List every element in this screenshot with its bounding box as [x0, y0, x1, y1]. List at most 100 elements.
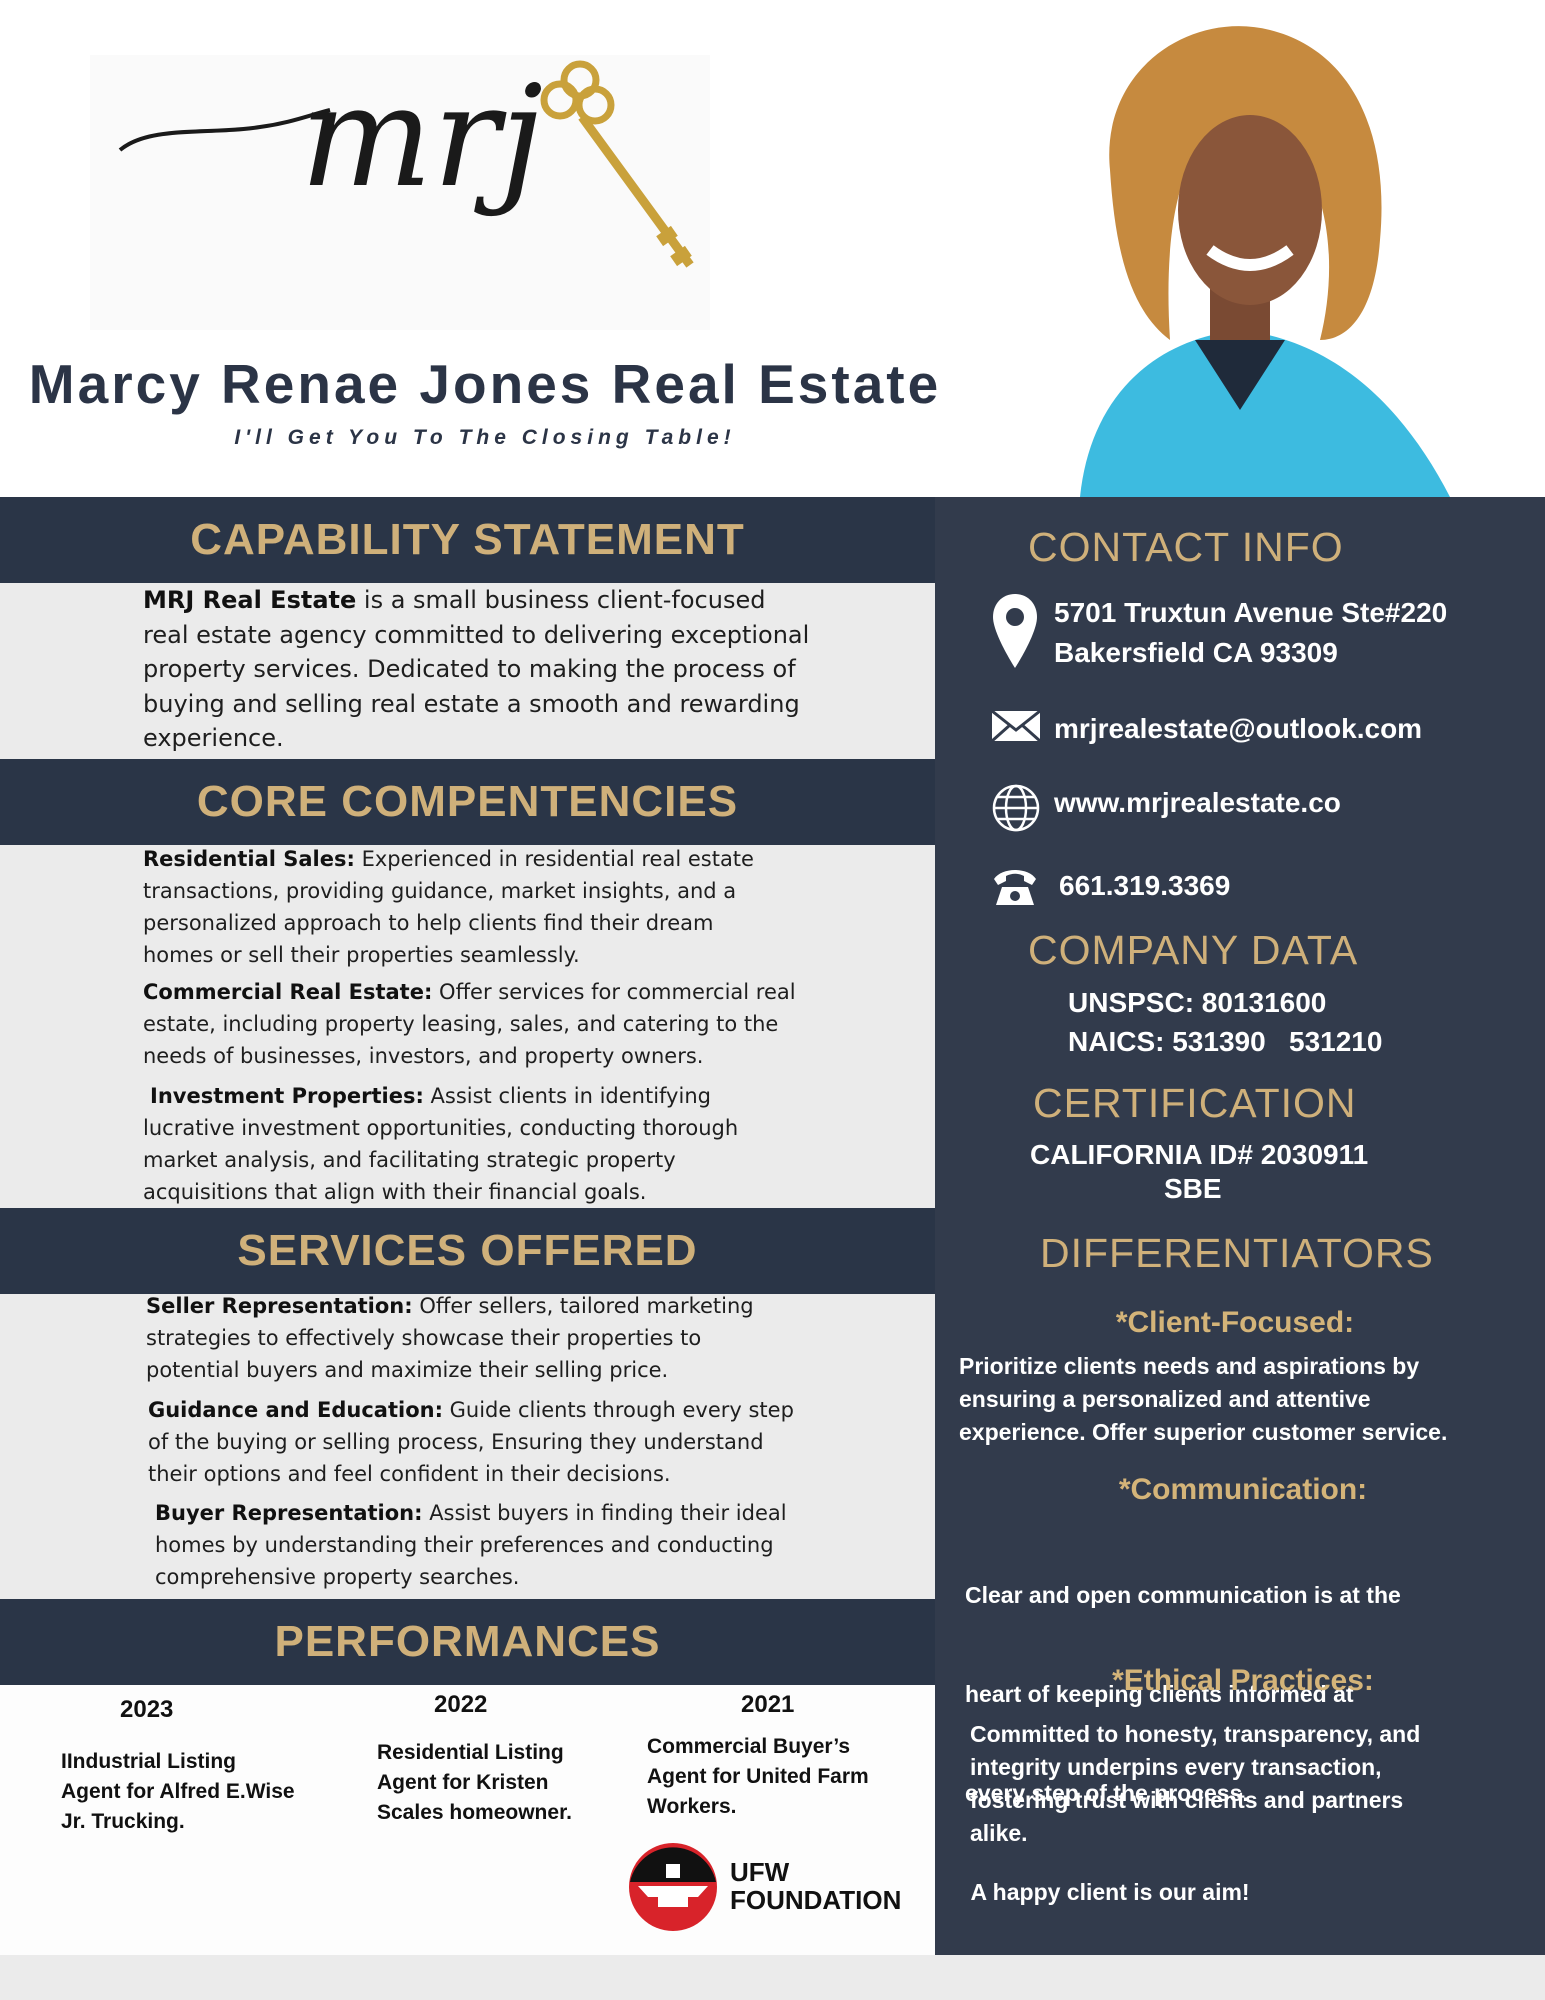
- performance-year: 2021: [741, 1691, 795, 1718]
- telephone-icon: [992, 867, 1038, 911]
- envelope-icon: [991, 709, 1041, 746]
- differentiator-line: ensuring a personalized and attentive: [959, 1386, 1371, 1412]
- performance-line: IIndustrial Listing: [61, 1750, 237, 1773]
- website-link[interactable]: www.mrjrealestate.co: [1054, 783, 1341, 823]
- service-item-buyer: Buyer Representation: Assist buyers in f…: [155, 1497, 787, 1593]
- ufw-logo-line: FOUNDATION: [730, 1885, 902, 1915]
- core-item-residential: Residential Sales: Experienced in reside…: [143, 843, 754, 971]
- business-name: Marcy Renae Jones Real Estate: [28, 353, 942, 415]
- naics-codes: NAICS: 531390 531210: [1068, 1026, 1383, 1057]
- mrj-logo: mrj: [90, 55, 710, 330]
- logo-graphic: mrj: [118, 56, 694, 268]
- capability-line: property services. Dedicated to making t…: [143, 655, 796, 683]
- service-item-line: potential buyers and maximize their sell…: [146, 1358, 669, 1382]
- performance-line: Agent for Alfred E.Wise: [61, 1780, 295, 1803]
- email-link[interactable]: mrjrealestate@outlook.com: [1054, 709, 1422, 749]
- capability-line: experience.: [143, 724, 284, 752]
- core-title: CORE COMPENTENCIES: [196, 777, 739, 826]
- service-item-line: homes by understanding their preferences…: [155, 1533, 774, 1557]
- differentiators-title: DIFFERENTIATORS: [1040, 1230, 1434, 1276]
- service-item-line: Offer sellers, tailored marketing: [412, 1294, 754, 1318]
- differentiator-line: Prioritize clients needs and aspirations…: [959, 1353, 1420, 1379]
- differentiator-line: alike.: [970, 1820, 1028, 1846]
- address-line: Bakersfield CA 93309: [1054, 637, 1338, 668]
- service-item-guidance: Guidance and Education: Guide clients th…: [148, 1394, 794, 1490]
- core-item-line: needs of businesses, investors, and prop…: [143, 1044, 704, 1068]
- service-item-seller: Seller Representation: Offer sellers, ta…: [146, 1290, 754, 1386]
- capability-title: CAPABILITY STATEMENT: [190, 515, 745, 564]
- capability-line: is a small business client-focused: [356, 586, 766, 614]
- performance-line: Jr. Trucking.: [61, 1810, 185, 1833]
- certification-title: CERTIFICATION: [1033, 1080, 1357, 1126]
- performance-description: IIndustrial Listing Agent for Alfred E.W…: [61, 1747, 295, 1837]
- core-item-line: homes or sell their properties seamlessl…: [143, 943, 580, 967]
- performances-title: PERFORMANCES: [274, 1617, 661, 1666]
- differentiator-line: Committed to honesty, transparency, and: [970, 1721, 1421, 1747]
- performance-description: Residential Listing Agent for Kristen Sc…: [377, 1738, 572, 1828]
- service-item-label: Buyer Representation:: [155, 1501, 423, 1525]
- gold-key-icon: [540, 60, 694, 268]
- service-item-label: Seller Representation:: [146, 1294, 413, 1318]
- logo-text: mrj: [300, 56, 543, 219]
- service-item-line: Assist buyers in finding their ideal: [422, 1501, 787, 1525]
- performance-line: Scales homeowner.: [377, 1801, 572, 1824]
- communication-title: *Communication:: [1118, 1473, 1368, 1506]
- differentiator-line: experience. Offer superior customer serv…: [959, 1419, 1448, 1445]
- agent-portrait-photo: [1020, 10, 1460, 497]
- performance-description: Commercial Buyer’s Agent for United Farm…: [647, 1732, 869, 1822]
- capability-statement: MRJ Real Estate is a small business clie…: [143, 583, 809, 756]
- core-item-investment: Investment Properties: Assist clients in…: [143, 1080, 738, 1208]
- core-item-line: Experienced in residential real estate: [354, 847, 754, 871]
- core-item-commercial: Commercial Real Estate: Offer services f…: [143, 976, 796, 1072]
- contact-panel: CONTACT INFO 5701 Truxtun Avenue Ste#220…: [935, 497, 1545, 1955]
- core-item-line: transactions, providing guidance, market…: [143, 879, 737, 903]
- performance-year: 2023: [120, 1696, 174, 1723]
- client-focused-text: Prioritize clients needs and aspirations…: [959, 1350, 1447, 1449]
- company-data-title: COMPANY DATA: [1028, 927, 1359, 973]
- unspsc-code: UNSPSC: 80131600: [1068, 987, 1327, 1018]
- capability-line: buying and selling real estate a smooth …: [143, 689, 800, 718]
- performance-line: Agent for United Farm: [647, 1765, 869, 1788]
- core-item-line: estate, including property leasing, sale…: [143, 1012, 779, 1036]
- service-item-line: comprehensive property searches.: [155, 1565, 520, 1589]
- performance-year: 2022: [434, 1691, 488, 1718]
- ufw-eagle-logo-icon: [628, 1842, 718, 1932]
- sbe-label: SBE: [1164, 1173, 1222, 1204]
- performance-line: Workers.: [647, 1795, 737, 1818]
- core-item-line: personalized approach to help clients fi…: [143, 911, 714, 935]
- phone-number[interactable]: 661.319.3369: [1059, 866, 1230, 906]
- ethical-practices-title: *Ethical Practices:: [1112, 1664, 1374, 1697]
- core-item-label: Investment Properties:: [150, 1084, 424, 1108]
- core-item-line: Offer services for commercial real: [432, 980, 796, 1004]
- differentiator-line: A happy client is our aim!: [965, 1879, 1250, 1905]
- service-item-label: Guidance and Education:: [148, 1398, 443, 1422]
- service-item-line: Guide clients through every step: [442, 1398, 794, 1422]
- differentiator-line: Clear and open communication is at the: [965, 1582, 1401, 1608]
- tagline: I'll Get You To The Closing Table!: [234, 426, 736, 449]
- services-title: SERVICES OFFERED: [237, 1226, 698, 1275]
- client-focused-title: *Client-Focused:: [1115, 1306, 1355, 1339]
- contact-title: CONTACT INFO: [1028, 524, 1344, 570]
- core-item-line: lucrative investment opportunities, cond…: [143, 1116, 739, 1140]
- service-item-line: of the buying or selling process, Ensuri…: [148, 1430, 764, 1454]
- globe-icon: [992, 784, 1040, 836]
- core-item-line: Assist clients in identifying: [423, 1084, 711, 1108]
- map-pin-icon: [991, 592, 1039, 674]
- ufw-foundation-logo-text: UFW FOUNDATION: [730, 1858, 901, 1914]
- ufw-logo-line: UFW: [730, 1857, 790, 1887]
- core-item-label: Residential Sales:: [143, 847, 355, 871]
- performance-line: Agent for Kristen: [377, 1771, 549, 1794]
- performance-line: Commercial Buyer’s: [647, 1735, 851, 1758]
- service-item-line: their options and feel confident in thei…: [148, 1462, 671, 1486]
- service-item-line: strategies to effectively showcase their…: [146, 1326, 702, 1350]
- capability-lead: MRJ Real Estate: [143, 586, 357, 614]
- address: 5701 Truxtun Avenue Ste#220 Bakersfield …: [1054, 593, 1447, 673]
- core-item-label: Commercial Real Estate:: [143, 980, 433, 1004]
- address-line: 5701 Truxtun Avenue Ste#220: [1054, 597, 1448, 628]
- core-item-line: acquisitions that align with their finan…: [143, 1180, 647, 1204]
- performance-line: Residential Listing: [377, 1741, 564, 1764]
- core-item-line: market analysis, and facilitating strate…: [143, 1148, 676, 1172]
- differentiator-line: fostering trust with clients and partner…: [970, 1787, 1404, 1813]
- capability-line: real estate agency committed to deliveri…: [143, 620, 810, 649]
- differentiator-line: integrity underpins every transaction,: [970, 1754, 1382, 1780]
